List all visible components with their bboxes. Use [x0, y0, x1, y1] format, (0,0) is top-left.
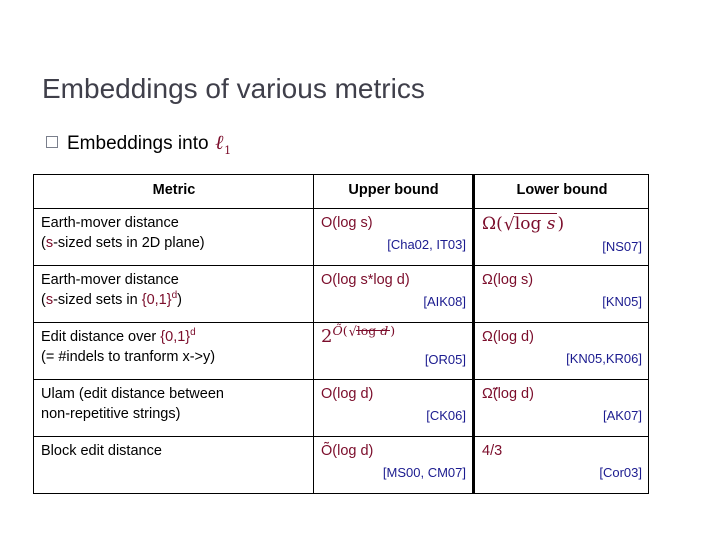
- ell-one-symbol: ℓ1: [209, 130, 232, 163]
- header-metric: Metric: [33, 174, 314, 209]
- cell-metric: Block edit distance: [33, 436, 314, 494]
- metric-line-1: Earth-mover distance: [41, 272, 179, 288]
- cell-lower-bound: 4/3 [Cor03]: [472, 436, 649, 494]
- cell-upper-bound: O(log d) [CK06]: [313, 379, 474, 437]
- lower-bound-citation: [Cor03]: [599, 465, 642, 480]
- table-body: Earth-mover distance (s-sized sets in 2D…: [33, 208, 649, 494]
- metric-line-2: (= #indels to tranform x->y): [41, 349, 216, 365]
- upper-bound-value: O(log s): [321, 215, 373, 231]
- lower-bound-citation: [NS07]: [602, 239, 642, 254]
- upper-bound-citation: [AIK08]: [423, 294, 466, 309]
- cell-lower-bound: Ω(log s) [KN05]: [472, 265, 649, 323]
- metric-line-2-mid: -sized sets in: [53, 292, 142, 308]
- cell-upper-bound: 2Õ(√log d) [OR05]: [313, 322, 474, 380]
- table-header: Metric Upper bound Lower bound: [33, 174, 649, 209]
- cell-lower-bound: Ω(log d) [KN05,KR06]: [472, 322, 649, 380]
- lower-bound-citation: [KN05]: [602, 294, 642, 309]
- lower-bound-citation: [KN05,KR06]: [566, 351, 642, 366]
- binary-set: {0,1}: [160, 329, 191, 345]
- lower-bound-formula: Ω(√log s): [482, 213, 565, 235]
- bullet-item: Embeddings into ℓ1: [46, 130, 231, 163]
- binary-set: {0,1}: [141, 292, 172, 308]
- upper-bound-citation: [MS00, CM07]: [382, 465, 466, 480]
- cell-metric: Earth-mover distance (s-sized sets in {0…: [33, 265, 314, 323]
- metric-line-1: Block edit distance: [41, 443, 162, 459]
- metric-line-1-text: Edit distance over: [41, 329, 161, 345]
- lower-bound-value: Ω(log s): [482, 272, 534, 288]
- lower-bound-citation: [AK07]: [602, 408, 642, 423]
- ell-glyph: ℓ: [215, 130, 225, 154]
- metric-line-2: (s-sized sets in {0,1}d): [41, 290, 307, 310]
- bullet-label: Embeddings into: [67, 133, 209, 154]
- cell-upper-bound: O(log s*log d) [AIK08]: [313, 265, 474, 323]
- ell-subscript: 1: [224, 144, 232, 157]
- metric-line-1: Edit distance over {0,1}d: [41, 327, 307, 347]
- cell-lower-bound: Ω(√log s) [NS07]: [472, 208, 649, 266]
- metric-line-2-rest: -sized sets in 2D plane): [53, 235, 205, 251]
- exponent-formula: Õ(√log d): [332, 323, 396, 340]
- table-header-row: Metric Upper bound Lower bound: [33, 174, 649, 209]
- metrics-table-wrapper: Metric Upper bound Lower bound Earth-mov…: [33, 174, 649, 494]
- upper-bound-value: O(log d): [321, 386, 374, 402]
- metric-line-1: Earth-mover distance: [41, 215, 179, 231]
- metric-line-1: Ulam (edit distance between: [41, 386, 224, 402]
- square-bullet-icon: [46, 136, 58, 148]
- upper-bound-value: Õ(log d): [321, 443, 374, 459]
- header-lower-bound: Lower bound: [472, 174, 649, 209]
- upper-bound-value: O(log s*log d): [321, 272, 410, 288]
- lower-bound-value: Ω(log d): [482, 329, 534, 345]
- metric-line-2: (s-sized sets in 2D plane): [41, 233, 307, 253]
- metrics-table: Metric Upper bound Lower bound Earth-mov…: [33, 174, 649, 494]
- var-s: s: [45, 292, 54, 308]
- set-exponent: d: [190, 327, 196, 339]
- metric-line-2: non-repetitive strings): [41, 406, 181, 422]
- table-row: Ulam (edit distance between non-repetiti…: [33, 379, 649, 437]
- slide-canvas: Embeddings of various metrics Embeddings…: [0, 0, 720, 540]
- cell-upper-bound: O(log s) [Cha02, IT03]: [313, 208, 474, 266]
- upper-bound-citation: [Cha02, IT03]: [387, 237, 466, 252]
- cell-metric: Ulam (edit distance between non-repetiti…: [33, 379, 314, 437]
- header-upper-bound: Upper bound: [313, 174, 474, 209]
- lower-bound-value: 4/3: [482, 443, 503, 459]
- lower-bound-value: Ω̃(log d): [482, 386, 534, 402]
- table-row: Edit distance over {0,1}d (= #indels to …: [33, 322, 649, 380]
- upper-bound-citation: [OR05]: [424, 352, 466, 367]
- cell-metric: Earth-mover distance (s-sized sets in 2D…: [33, 208, 314, 266]
- page-title: Embeddings of various metrics: [42, 73, 425, 104]
- table-row: Block edit distance Õ(log d) [MS00, CM07…: [33, 436, 649, 494]
- cell-metric: Edit distance over {0,1}d (= #indels to …: [33, 322, 314, 380]
- table-row: Earth-mover distance (s-sized sets in 2D…: [33, 208, 649, 266]
- cell-upper-bound: Õ(log d) [MS00, CM07]: [313, 436, 474, 494]
- upper-bound-citation: [CK06]: [426, 408, 466, 423]
- var-s: s: [45, 235, 54, 251]
- table-row: Earth-mover distance (s-sized sets in {0…: [33, 265, 649, 323]
- paren-close: ): [177, 292, 182, 308]
- upper-bound-formula: 2Õ(√log d): [321, 323, 396, 347]
- cell-lower-bound: Ω̃(log d) [AK07]: [472, 379, 649, 437]
